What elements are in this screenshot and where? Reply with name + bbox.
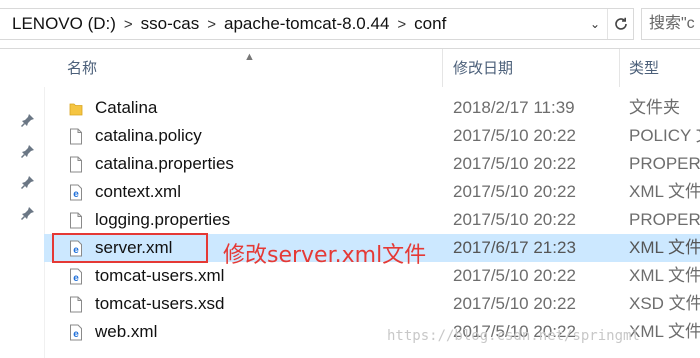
- svg-text:e: e: [73, 273, 79, 284]
- file-name: web.xml: [95, 322, 158, 341]
- column-header: ▲ 名称 修改日期 类型: [44, 49, 700, 87]
- file-name: context.xml: [95, 182, 181, 201]
- highlight-box: [52, 233, 208, 263]
- chevron-right-icon[interactable]: >: [397, 16, 406, 33]
- file-date: 2017/5/10 20:22: [453, 210, 576, 229]
- search-input[interactable]: 搜索"c: [641, 8, 700, 40]
- document-icon: [69, 156, 83, 173]
- file-date: 2018/2/17 11:39: [453, 98, 575, 117]
- column-divider[interactable]: [442, 49, 443, 87]
- document-icon: [69, 296, 83, 313]
- breadcrumb-label: conf: [414, 14, 447, 33]
- file-row[interactable]: catalina.policy 2017/5/10 20:22 POLICY 文: [44, 122, 700, 150]
- breadcrumb-item-drive[interactable]: LENOVO (D:) >: [0, 14, 140, 34]
- file-type: 文件夹: [629, 98, 680, 117]
- breadcrumb-label: LENOVO (D:): [12, 14, 116, 33]
- breadcrumb-item-tomcat[interactable]: apache-tomcat-8.0.44 >: [223, 14, 413, 34]
- file-date: 2017/5/10 20:22: [453, 182, 576, 201]
- breadcrumb[interactable]: LENOVO (D:) > sso-cas > apache-tomcat-8.…: [0, 8, 634, 40]
- refresh-button[interactable]: [607, 9, 634, 39]
- xml-file-icon: e: [69, 268, 83, 285]
- navigation-pane: [0, 49, 45, 358]
- pin-icon[interactable]: [20, 205, 36, 221]
- column-header-name[interactable]: 名称: [67, 49, 97, 87]
- pin-icon[interactable]: [20, 174, 36, 190]
- file-name: catalina.policy: [95, 126, 202, 145]
- watermark: https://blog.csdn.net/springml: [387, 328, 640, 344]
- breadcrumb-label: apache-tomcat-8.0.44: [224, 14, 390, 33]
- annotation-text: 修改server.xml文件: [223, 243, 427, 268]
- file-name: logging.properties: [95, 210, 231, 229]
- file-list: Catalina 2018/2/17 11:39 文件夹 catalina.polic…: [44, 94, 700, 346]
- address-bar: LENOVO (D:) > sso-cas > apache-tomcat-8.…: [0, 0, 700, 49]
- file-date: 2017/5/10 20:22: [453, 294, 576, 313]
- column-header-date[interactable]: 修改日期: [453, 49, 513, 87]
- document-icon: [69, 128, 83, 145]
- history-dropdown-button[interactable]: ⌄: [583, 9, 607, 39]
- file-type: XML 文件: [629, 182, 700, 201]
- file-type: XSD 文件: [629, 294, 700, 313]
- svg-text:e: e: [73, 189, 79, 200]
- xml-file-icon: e: [69, 184, 83, 201]
- file-name: Catalina: [95, 98, 158, 117]
- file-name: tomcat-users.xsd: [95, 294, 225, 313]
- refresh-icon: [615, 17, 627, 30]
- file-date: 2017/5/10 20:22: [453, 266, 576, 285]
- chevron-right-icon[interactable]: >: [124, 16, 133, 33]
- breadcrumb-label: sso-cas: [140, 14, 200, 33]
- file-type: POLICY 文: [629, 126, 700, 145]
- document-icon: [69, 212, 83, 229]
- file-date: 2017/6/17 21:23: [453, 238, 576, 257]
- file-row[interactable]: catalina.properties 2017/5/10 20:22 PROPER…: [44, 150, 700, 178]
- file-row[interactable]: logging.properties 2017/5/10 20:22 PROPERT: [44, 206, 700, 234]
- xml-file-icon: e: [69, 324, 83, 341]
- file-type: XML 文件: [629, 238, 700, 257]
- file-type: XML 文件: [629, 266, 700, 285]
- sort-ascending-icon: ▲: [244, 51, 255, 63]
- file-type: PROPERT: [629, 210, 700, 229]
- pin-icon[interactable]: [20, 112, 36, 128]
- file-date: 2017/5/10 20:22: [453, 154, 576, 173]
- file-row[interactable]: e context.xml 2017/5/10 20:22 XML 文件: [44, 178, 700, 206]
- chevron-down-icon: ⌄: [589, 17, 601, 31]
- file-name: tomcat-users.xml: [95, 266, 225, 285]
- file-type: PROPERT: [629, 154, 700, 173]
- column-header-type[interactable]: 类型: [629, 49, 659, 87]
- file-row[interactable]: Catalina 2018/2/17 11:39 文件夹: [44, 94, 700, 122]
- file-date: 2017/5/10 20:22: [453, 126, 576, 145]
- svg-text:e: e: [73, 329, 79, 340]
- file-name: catalina.properties: [95, 154, 234, 173]
- file-row[interactable]: tomcat-users.xsd 2017/5/10 20:22 XSD 文件: [44, 290, 700, 318]
- breadcrumb-item-conf[interactable]: conf: [413, 14, 447, 34]
- folder-icon: [69, 100, 83, 117]
- column-divider[interactable]: [619, 49, 620, 87]
- pin-icon[interactable]: [20, 143, 36, 159]
- breadcrumb-item-sso-cas[interactable]: sso-cas >: [140, 14, 223, 34]
- chevron-right-icon[interactable]: >: [207, 16, 216, 33]
